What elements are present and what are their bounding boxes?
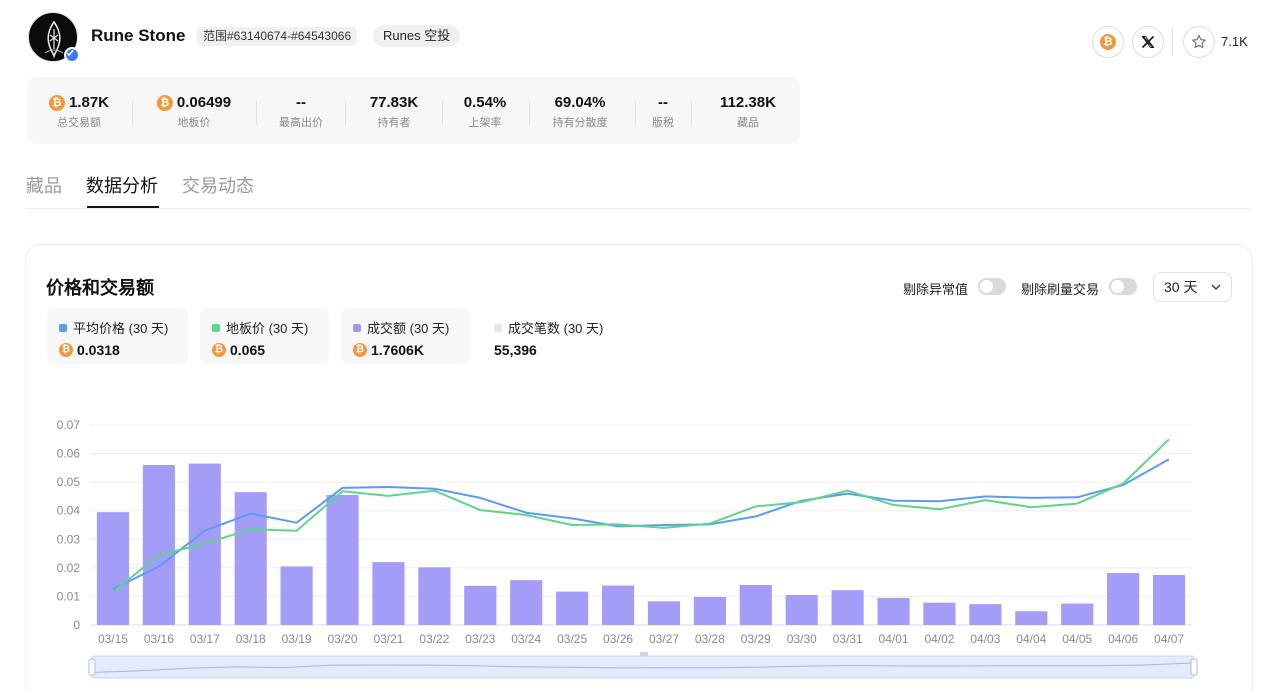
x-tick-label: 04/05 xyxy=(1062,632,1092,646)
volume-bar xyxy=(1107,573,1140,625)
floor-price-line xyxy=(112,438,1170,593)
x-tick-label: 03/27 xyxy=(649,632,679,646)
volume-bar xyxy=(96,512,130,625)
zoom-handle-right xyxy=(1190,658,1198,676)
volume-bar xyxy=(372,562,405,625)
y-tick-label: 0.03 xyxy=(57,532,81,546)
y-tick-label: 0.04 xyxy=(57,504,81,518)
y-tick-label: 0.02 xyxy=(57,561,81,575)
x-tick-label: 04/04 xyxy=(1016,632,1046,646)
zoom-handle-left xyxy=(88,658,96,676)
volume-bar xyxy=(326,495,359,625)
x-tick-label: 04/03 xyxy=(970,632,1000,646)
x-tick-label: 03/25 xyxy=(557,632,587,646)
y-tick-label: 0.07 xyxy=(57,418,81,432)
x-tick-label: 03/23 xyxy=(465,632,495,646)
x-tick-label: 03/26 xyxy=(603,632,633,646)
y-tick-label: 0 xyxy=(73,618,80,632)
volume-bar xyxy=(556,591,589,625)
x-tick-label: 03/22 xyxy=(419,632,449,646)
price-volume-chart: 0 0.01 0.02 0.03 0.04 0.05 0.06 0.07 03/15 03/16 0… xyxy=(57,418,1198,679)
x-tick-label: 03/28 xyxy=(695,632,725,646)
volume-bar xyxy=(510,580,543,625)
volume-bar xyxy=(1015,611,1048,625)
volume-bar xyxy=(418,567,451,625)
volume-bar xyxy=(1061,603,1094,625)
volume-bar xyxy=(280,566,313,625)
volume-bar xyxy=(923,602,956,625)
volume-bar xyxy=(1152,575,1186,625)
volume-bar xyxy=(831,590,864,625)
volume-bar xyxy=(693,597,726,625)
x-tick-label: 03/16 xyxy=(144,632,174,646)
volume-bar xyxy=(969,604,1002,625)
x-tick-label: 04/06 xyxy=(1108,632,1138,646)
x-tick-label: 03/21 xyxy=(373,632,403,646)
x-tick-label: 03/29 xyxy=(741,632,771,646)
x-tick-label: 04/02 xyxy=(924,632,954,646)
x-tick-label: 03/19 xyxy=(282,632,312,646)
x-tick-label: 03/24 xyxy=(511,632,541,646)
x-tick-label: 04/01 xyxy=(879,632,909,646)
volume-bar xyxy=(601,585,635,625)
x-tick-label: 03/18 xyxy=(236,632,266,646)
avg-price-line xyxy=(112,458,1170,591)
y-tick-label: 0.06 xyxy=(57,447,81,461)
volume-bar xyxy=(647,601,681,625)
x-tick-label: 03/20 xyxy=(328,632,358,646)
zoom-drag-grip xyxy=(640,652,648,656)
y-tick-label: 0.01 xyxy=(57,589,81,603)
volume-bar xyxy=(877,597,910,625)
volume-bar xyxy=(142,465,175,625)
x-tick-label: 04/07 xyxy=(1154,632,1184,646)
y-tick-label: 0.05 xyxy=(57,475,81,489)
volume-bar xyxy=(234,492,267,625)
volume-bar xyxy=(739,585,772,625)
x-tick-label: 03/30 xyxy=(787,632,817,646)
volume-bar xyxy=(464,585,497,625)
x-tick-label: 03/17 xyxy=(190,632,220,646)
volume-bar xyxy=(785,595,818,625)
x-tick-label: 03/15 xyxy=(98,632,128,646)
x-tick-label: 03/31 xyxy=(833,632,863,646)
